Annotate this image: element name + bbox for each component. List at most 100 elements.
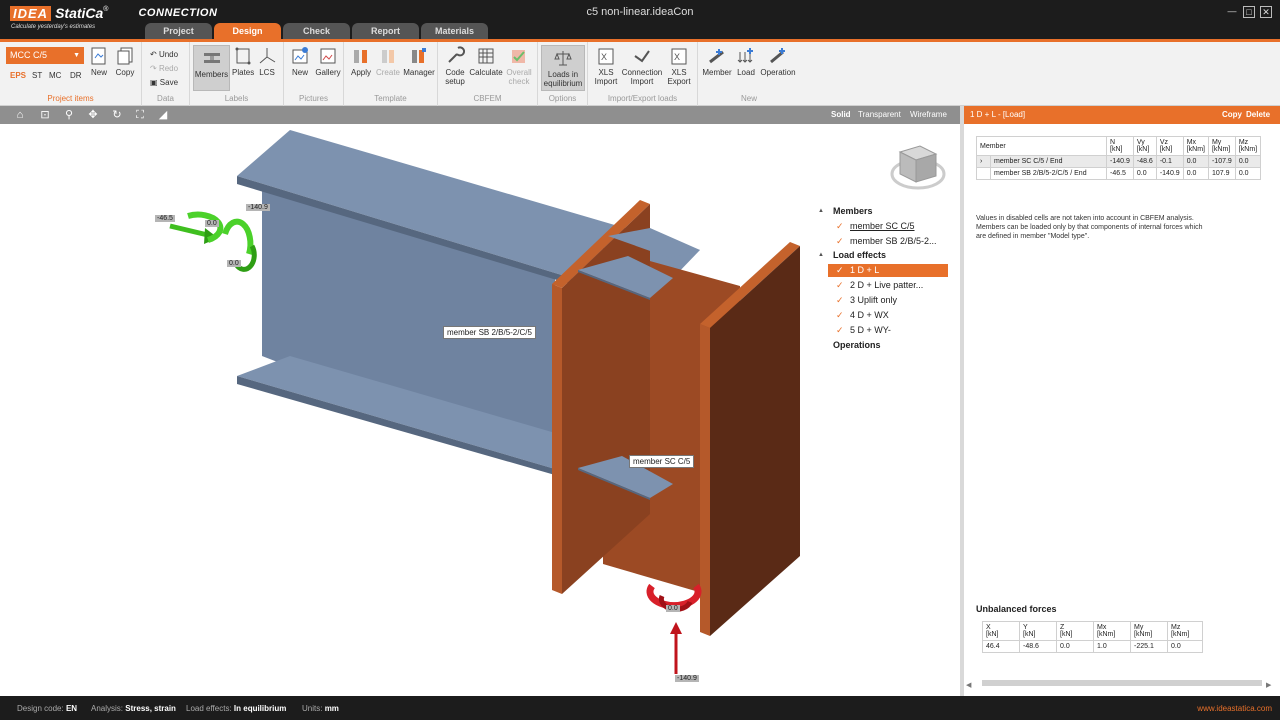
xls-export-button[interactable]: X XLS Export: [665, 46, 693, 86]
code-setup-button[interactable]: Code setup: [442, 46, 468, 86]
tree-member-item[interactable]: ✓ member SC C/5: [836, 221, 915, 232]
home-icon[interactable]: ⌂: [13, 108, 27, 122]
gallery-button[interactable]: Gallery: [314, 46, 342, 77]
save-button[interactable]: ▣ Save: [150, 78, 178, 87]
checkbox-icon[interactable]: ✓: [836, 295, 845, 306]
apply-template-button[interactable]: Apply: [348, 46, 374, 77]
checkbox-icon[interactable]: ✓: [836, 265, 845, 276]
tree-member-item[interactable]: ✓ member SB 2/B/5-2...: [836, 236, 937, 247]
xls-import-button[interactable]: X XLS Import: [592, 46, 620, 86]
lcs-label-button[interactable]: LCS: [256, 46, 278, 77]
tab-design[interactable]: Design: [214, 23, 281, 40]
minimize-button[interactable]: —: [1226, 6, 1238, 18]
tab-project[interactable]: Project: [145, 23, 212, 40]
table-row[interactable]: › member SC C/5 / End -140.9 -48.6 -0.1 …: [976, 155, 1262, 168]
cell-mx[interactable]: 0.0: [1182, 167, 1209, 180]
delete-load-button[interactable]: Delete: [1246, 106, 1270, 124]
code-st[interactable]: ST: [32, 71, 42, 80]
cell-n[interactable]: -46.5: [1106, 167, 1134, 180]
row-member: member SB 2/B/5-2/C/5 / End: [990, 167, 1107, 180]
pan-icon[interactable]: ✥: [86, 108, 100, 122]
loads-in-equilibrium-toggle[interactable]: Loads in equilibrium: [541, 45, 585, 91]
tree-operations-head[interactable]: Operations: [833, 340, 881, 350]
overall-check-button[interactable]: Overall check: [504, 46, 534, 86]
code-eps[interactable]: EPS: [10, 71, 26, 80]
cell-mx[interactable]: 0.0: [1182, 155, 1209, 168]
template-manager-button[interactable]: Manager: [402, 46, 436, 77]
cell-vz[interactable]: -140.9: [1155, 167, 1184, 180]
checkbox-icon[interactable]: ✓: [836, 280, 845, 291]
tab-report[interactable]: Report: [352, 23, 419, 40]
calculate-button[interactable]: Calculate: [469, 46, 503, 77]
website-link[interactable]: www.ideastatica.com: [1197, 704, 1272, 713]
checkbox-icon[interactable]: ✓: [836, 310, 845, 321]
lcs-axes-icon: [259, 48, 276, 64]
3d-viewport[interactable]: member SB 2/B/5-2/C/5 member SC C/5 -46.…: [0, 124, 960, 696]
tree-load-effect-item[interactable]: ✓ 5 D + WY-: [836, 325, 891, 336]
cell-vz[interactable]: -0.1: [1155, 155, 1184, 168]
cell-mz[interactable]: 0.0: [1234, 155, 1262, 168]
code-dr[interactable]: DR: [70, 71, 82, 80]
tree-members-head[interactable]: Members: [833, 206, 873, 216]
tree-load-effect-label: 2 D + Live patter...: [850, 280, 924, 290]
eraser-icon[interactable]: ◢: [156, 108, 170, 122]
status-load-effects-label: Load effects:: [186, 704, 232, 713]
scroll-left-icon[interactable]: ◀: [966, 681, 971, 689]
checkbox-icon[interactable]: ✓: [836, 221, 845, 232]
maximize-button[interactable]: □: [1243, 6, 1255, 18]
tab-check[interactable]: Check: [283, 23, 350, 40]
cell-my[interactable]: 107.9: [1207, 167, 1236, 180]
members-label-button[interactable]: Members: [193, 45, 230, 91]
redo-button[interactable]: ↷ Redo: [150, 64, 178, 73]
save-label: Save: [159, 78, 179, 87]
new-operation-button[interactable]: Operation: [759, 46, 797, 77]
col-mx: Mx [kNm]: [1182, 136, 1209, 156]
new-member-button[interactable]: Member: [701, 46, 733, 77]
force-value-moment-2: 0.0: [227, 260, 241, 267]
cell-my[interactable]: -107.9: [1207, 155, 1236, 168]
undo-button[interactable]: ↶ Undo: [150, 50, 178, 59]
connection-import-button[interactable]: Connection Import: [621, 46, 663, 86]
rotate-icon[interactable]: ↻: [110, 108, 124, 122]
view-mode-transparent[interactable]: Transparent: [858, 110, 901, 119]
collapse-load-effects-icon[interactable]: ▲: [818, 252, 824, 258]
tab-materials[interactable]: Materials: [421, 23, 488, 40]
checkbox-icon[interactable]: ✓: [836, 325, 845, 336]
tree-load-effect-item[interactable]: ✓ 3 Uplift only: [836, 295, 897, 306]
view-cube[interactable]: [890, 145, 946, 190]
fullscreen-icon[interactable]: ⛶: [133, 108, 147, 122]
scroll-right-icon[interactable]: ▶: [1266, 681, 1271, 689]
expand-row-icon[interactable]: ›: [976, 155, 991, 168]
code-mc[interactable]: MC: [49, 71, 61, 80]
project-item-select[interactable]: MCC C/5 ▼: [6, 47, 84, 64]
new-load-button[interactable]: Load: [735, 46, 757, 77]
tree-load-effects-head[interactable]: Load effects: [833, 250, 886, 260]
create-template-button[interactable]: Create: [375, 46, 401, 77]
plates-label-button[interactable]: Plates: [232, 46, 254, 77]
new-picture-button[interactable]: New: [288, 46, 312, 77]
collapse-members-icon[interactable]: ▲: [818, 208, 824, 214]
cell-vy[interactable]: 0.0: [1132, 167, 1157, 180]
scroll-thumb[interactable]: [982, 680, 1262, 686]
table-row[interactable]: member SB 2/B/5-2/C/5 / End -46.5 0.0 -1…: [976, 167, 1262, 180]
force-value-moment-1: 0.0: [205, 220, 219, 227]
view-mode-solid[interactable]: Solid: [831, 110, 851, 119]
zoom-window-icon[interactable]: ⊡: [38, 108, 52, 122]
tree-member-label: member SB 2/B/5-2...: [850, 236, 937, 246]
view-mode-wireframe[interactable]: Wireframe: [910, 110, 947, 119]
close-button[interactable]: ✕: [1260, 6, 1272, 18]
tree-load-effect-item[interactable]: ✓ 4 D + WX: [836, 310, 889, 321]
status-design-code-label: Design code:: [17, 704, 64, 713]
new-item-button[interactable]: New: [88, 46, 110, 77]
tree-load-effect-item[interactable]: ✓ 2 D + Live patter...: [836, 280, 923, 291]
checkbox-icon[interactable]: ✓: [836, 236, 845, 247]
copy-load-button[interactable]: Copy: [1222, 106, 1242, 124]
copy-item-button[interactable]: Copy: [113, 46, 137, 77]
3d-scene[interactable]: [0, 124, 960, 696]
cell-n[interactable]: -140.9: [1106, 155, 1134, 168]
cell-mz[interactable]: 0.0: [1234, 167, 1262, 180]
tree-load-effect-selected[interactable]: ✓ 1 D + L: [828, 264, 948, 277]
cell-vy[interactable]: -48.6: [1132, 155, 1157, 168]
horizontal-scrollbar[interactable]: ◀ ▶: [964, 678, 1271, 689]
zoom-icon[interactable]: ⚲: [62, 108, 76, 122]
